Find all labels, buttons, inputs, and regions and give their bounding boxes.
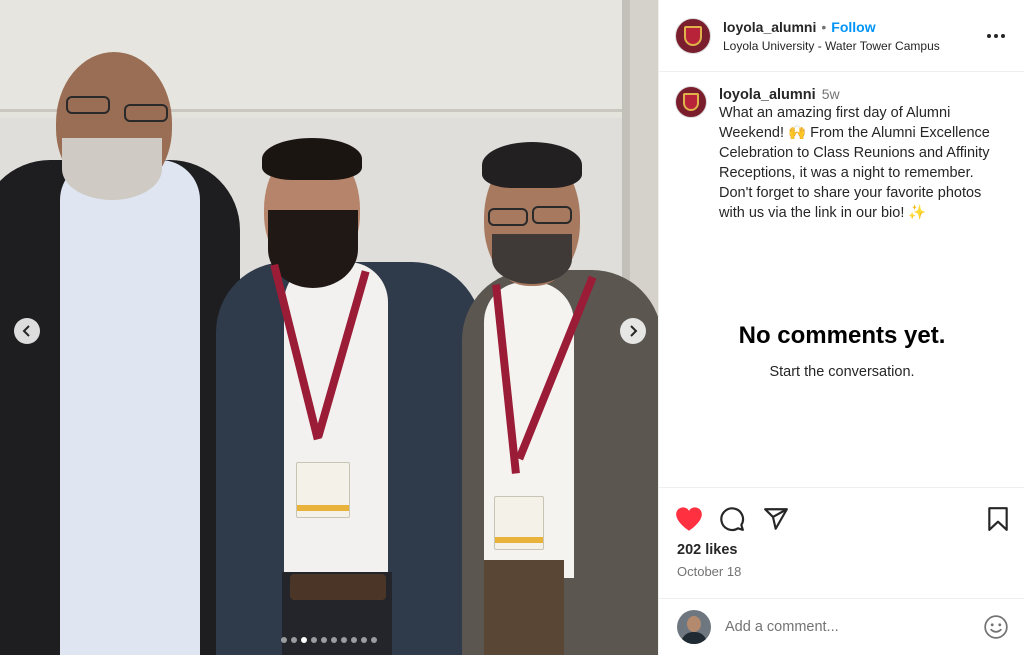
header-separator: • xyxy=(821,18,827,35)
comment-button[interactable] xyxy=(719,505,751,533)
hair xyxy=(262,138,362,180)
loyola-crest-icon xyxy=(684,25,702,46)
hair xyxy=(482,142,582,188)
carousel-dot xyxy=(301,637,307,643)
caption-avatar[interactable] xyxy=(675,86,707,118)
emoji-icon[interactable] xyxy=(983,614,1009,640)
post-dialog: loyola_alumni • Follow Loyola University… xyxy=(0,0,1024,655)
carousel-dot xyxy=(291,637,297,643)
comment-icon xyxy=(720,507,745,532)
carousel-dot xyxy=(341,637,347,643)
carousel-dot xyxy=(361,637,367,643)
chevron-left-icon xyxy=(22,325,30,337)
caption-age[interactable]: 5w xyxy=(822,86,840,102)
empty-comments-title: No comments yet. xyxy=(738,322,946,349)
post-location[interactable]: Loyola University - Water Tower Campus xyxy=(723,39,984,53)
carousel-dot xyxy=(311,637,317,643)
carousel-dot xyxy=(351,637,357,643)
caption-head: loyola_alumni 5w xyxy=(719,86,1008,103)
comment-bar xyxy=(659,598,1024,655)
name-badge xyxy=(296,462,350,518)
likes-count[interactable]: 202 likes xyxy=(659,536,1024,558)
carousel-prev-button[interactable] xyxy=(14,318,40,344)
glasses xyxy=(66,96,110,114)
comment-input[interactable] xyxy=(725,619,983,635)
carousel-dot xyxy=(321,637,327,643)
follow-button[interactable]: Follow xyxy=(831,19,875,35)
shirt-light-blue xyxy=(60,160,200,655)
glasses xyxy=(488,208,528,226)
beard xyxy=(62,138,162,200)
beard xyxy=(492,234,572,284)
heart-icon xyxy=(676,507,702,531)
belt xyxy=(290,574,386,600)
current-user-avatar xyxy=(677,610,711,644)
paper-plane-icon xyxy=(764,508,788,530)
header-top-row: loyola_alumni • Follow xyxy=(723,19,984,35)
caption-username[interactable]: loyola_alumni xyxy=(719,87,816,103)
header-text: loyola_alumni • Follow Loyola University… xyxy=(723,19,984,53)
carousel-indicator xyxy=(0,637,658,643)
empty-comments: No comments yet. Start the conversation. xyxy=(659,322,1024,380)
beard xyxy=(268,210,358,288)
carousel-dot xyxy=(371,637,377,643)
glasses xyxy=(124,104,168,122)
post-media xyxy=(0,0,658,655)
action-bar xyxy=(659,488,1024,536)
like-button[interactable] xyxy=(675,505,707,533)
caption-body: loyola_alumni 5w What an amazing first da… xyxy=(719,86,1008,223)
empty-comments-subtitle: Start the conversation. xyxy=(769,364,915,380)
actions-area: 202 likes October 18 xyxy=(659,487,1024,579)
chevron-right-icon xyxy=(630,325,638,337)
account-avatar[interactable] xyxy=(675,17,711,54)
header-username[interactable]: loyola_alumni xyxy=(723,19,816,35)
share-button[interactable] xyxy=(763,505,795,533)
caption-text: What an amazing first day of Alumni Week… xyxy=(719,105,990,221)
save-button[interactable] xyxy=(977,505,1009,533)
post-header: loyola_alumni • Follow Loyola University… xyxy=(659,0,1024,72)
bookmark-icon xyxy=(988,507,1008,531)
glasses xyxy=(532,206,572,224)
carousel-dot xyxy=(281,637,287,643)
post-side-panel: loyola_alumni • Follow Loyola University… xyxy=(658,0,1024,655)
more-options-icon[interactable] xyxy=(984,33,1008,38)
name-badge xyxy=(494,496,544,550)
carousel-next-button[interactable] xyxy=(620,318,646,344)
carousel-dot xyxy=(331,637,337,643)
shirt-white xyxy=(284,262,388,582)
post-date: October 18 xyxy=(677,564,742,579)
post-caption: loyola_alumni 5w What an amazing first da… xyxy=(659,72,1024,223)
loyola-crest-icon xyxy=(683,93,699,111)
